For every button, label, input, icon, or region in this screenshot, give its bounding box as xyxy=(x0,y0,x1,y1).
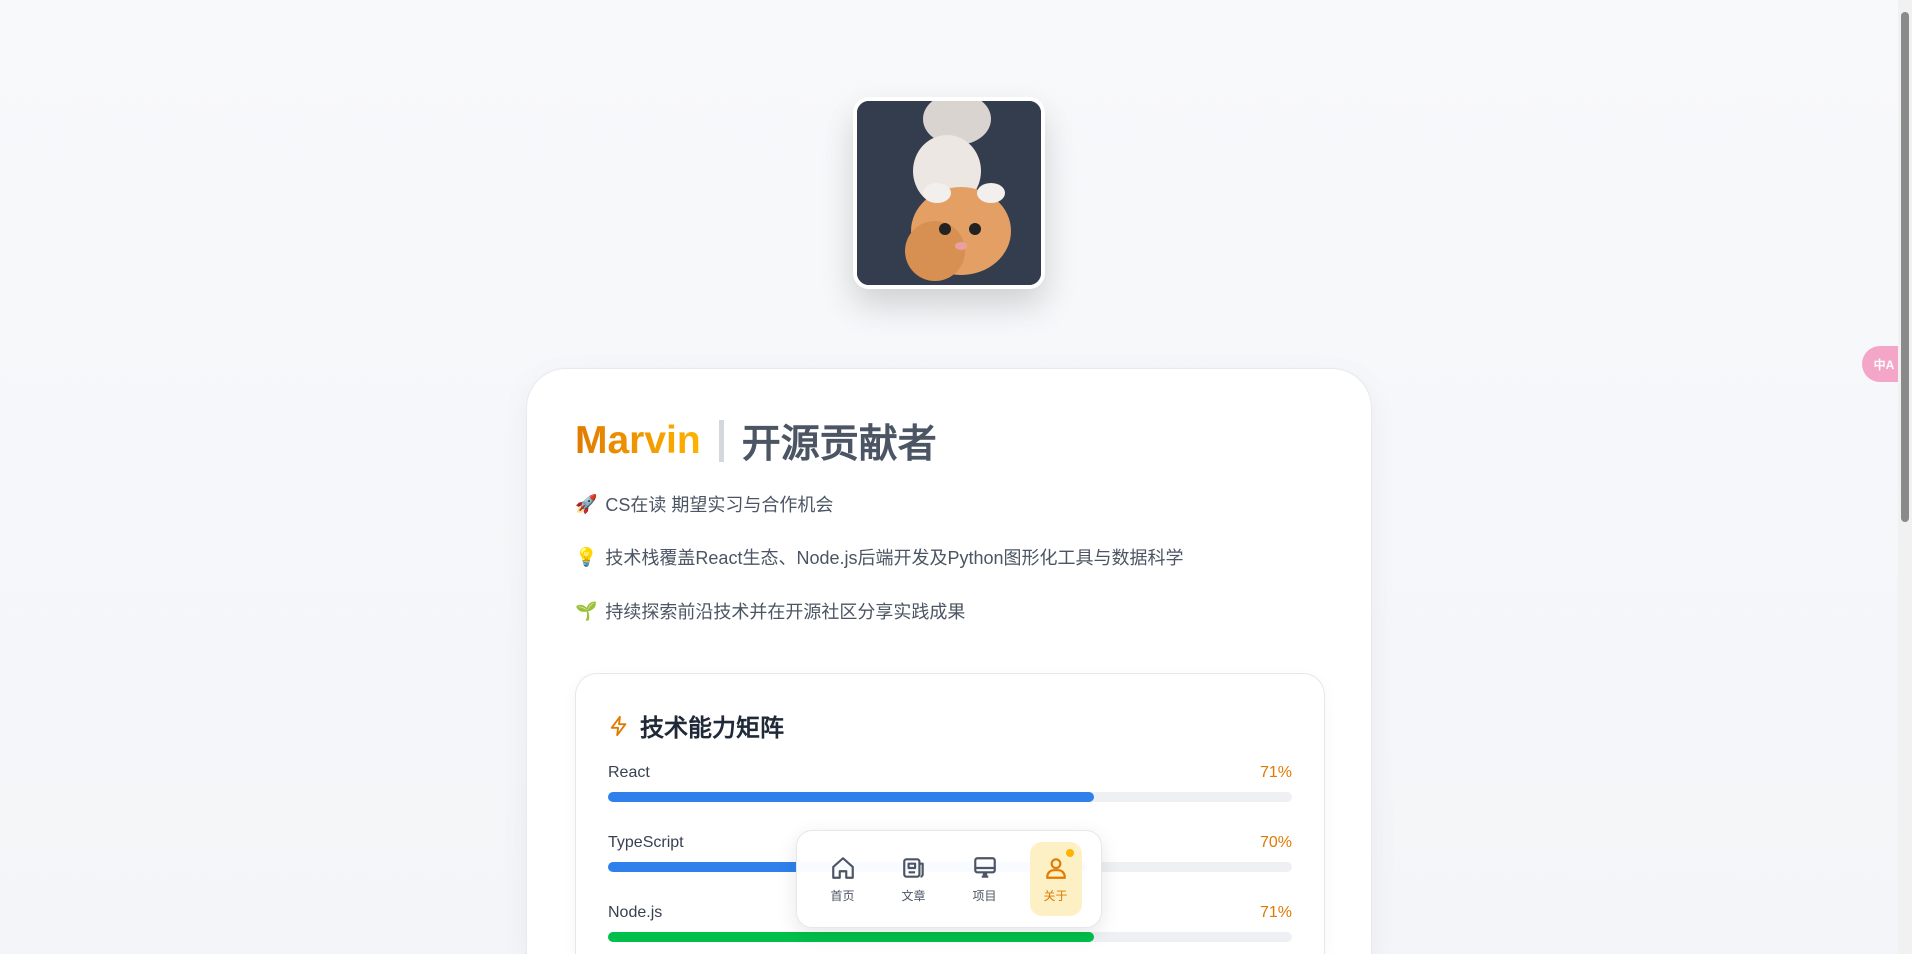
skill-progress-track xyxy=(608,932,1292,942)
nav-label: 文章 xyxy=(901,888,926,903)
scrollbar[interactable] xyxy=(1898,0,1912,954)
translate-icon: 中A xyxy=(1873,357,1895,372)
monitor-icon xyxy=(973,856,996,878)
scrollbar-thumb[interactable] xyxy=(1901,12,1909,522)
avatar xyxy=(853,97,1045,289)
skill-progress-track xyxy=(608,792,1292,802)
skill-percent: 70% xyxy=(1259,834,1292,851)
skill-progress-fill xyxy=(608,792,1094,802)
skills-title: 技术能力矩阵 xyxy=(608,708,784,743)
skills-title-text: 技术能力矩阵 xyxy=(640,715,784,742)
bio-line-1: 🚀 CS在读 期望实习与合作机会 xyxy=(575,491,833,517)
bio-line-2: 💡 技术栈覆盖React生态、Node.js后端开发及Python图形化工具与数… xyxy=(575,544,1184,570)
nav-item-about[interactable]: 关于 xyxy=(1029,842,1082,916)
bio-text: 持续探索前沿技术并在开源社区分享实践成果 xyxy=(605,602,966,622)
skill-percent: 71% xyxy=(1259,764,1292,781)
nav-item-home[interactable]: 首页 xyxy=(817,842,869,916)
profile-title: Marvin 开源贡献者 xyxy=(575,413,937,469)
title-divider xyxy=(718,420,724,462)
lightbulb-icon: 💡 xyxy=(575,546,598,567)
skill-row: React 71% xyxy=(608,764,1292,802)
bio-text: CS在读 期望实习与合作机会 xyxy=(605,495,834,515)
skill-label: React xyxy=(608,764,650,781)
rocket-icon: 🚀 xyxy=(575,493,598,514)
bottom-nav: 首页 文章 项目 关于 xyxy=(796,830,1102,928)
seedling-icon: 🌱 xyxy=(575,600,598,621)
profile-name: Marvin xyxy=(575,419,701,462)
profile-role: 开源贡献者 xyxy=(741,423,937,466)
skill-percent: 71% xyxy=(1259,904,1292,921)
newspaper-icon xyxy=(902,857,924,878)
avatar-kittens-image xyxy=(857,101,1041,285)
bio-text: 技术栈覆盖React生态、Node.js后端开发及Python图形化工具与数据科… xyxy=(605,548,1184,568)
nav-item-articles[interactable]: 文章 xyxy=(888,842,940,916)
nav-label: 项目 xyxy=(972,888,997,903)
home-icon xyxy=(831,856,854,879)
lightning-icon xyxy=(610,715,627,736)
nav-item-projects[interactable]: 项目 xyxy=(959,842,1011,916)
user-icon xyxy=(1045,857,1066,879)
active-indicator-dot xyxy=(1065,849,1074,857)
nav-label: 关于 xyxy=(1043,888,1068,903)
skill-progress-fill xyxy=(608,932,1094,942)
nav-label: 首页 xyxy=(830,888,855,903)
bio-line-3: 🌱 持续探索前沿技术并在开源社区分享实践成果 xyxy=(575,598,965,624)
